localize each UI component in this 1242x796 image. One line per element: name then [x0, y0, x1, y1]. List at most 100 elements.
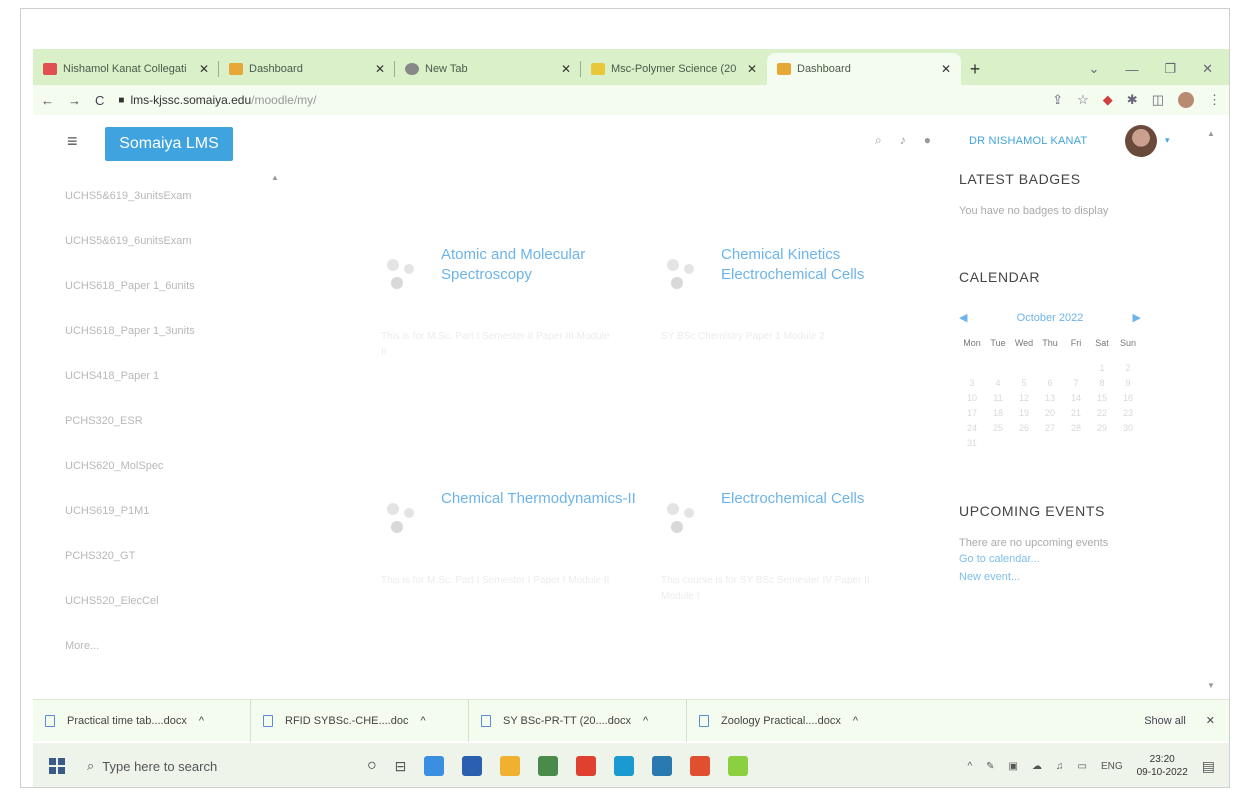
next-month-icon[interactable]: ▶	[1133, 311, 1141, 324]
address-bar[interactable]: ■ lms-kjssc.somaiya.edu/moodle/my/	[118, 93, 316, 107]
cloud-icon[interactable]: ☁	[1032, 761, 1042, 772]
sidebar-course-item[interactable]: PCHS320_ESR	[53, 398, 273, 443]
calendar-month[interactable]: October 2022	[1017, 312, 1084, 324]
volume-icon[interactable]: ♫	[1056, 761, 1064, 772]
forward-icon[interactable]: →	[68, 93, 81, 108]
sidebar-course-item[interactable]: PCHS320_GT	[53, 533, 273, 578]
taskbar-app-icon[interactable]	[462, 756, 483, 776]
calendar-day[interactable]: 29	[1089, 423, 1115, 438]
scroll-down-icon[interactable]: ▼	[1207, 681, 1215, 690]
calendar-day[interactable]: 15	[1089, 393, 1115, 408]
close-tab-icon[interactable]: ✕	[199, 62, 209, 76]
windows-start-icon[interactable]	[49, 758, 65, 774]
course-card[interactable]: Chemical Thermodynamics-II This is for M…	[381, 489, 636, 609]
network-icon[interactable]: ▣	[1009, 761, 1018, 772]
calendar-day[interactable]: 21	[1063, 408, 1089, 423]
calendar-day[interactable]: 13	[1037, 393, 1063, 408]
close-tab-icon[interactable]: ✕	[561, 62, 571, 76]
calendar-day[interactable]: 22	[1089, 408, 1115, 423]
download-item[interactable]: RFID SYBSc.-CHE....doc ^	[251, 699, 469, 742]
calendar-day[interactable]: 20	[1037, 408, 1063, 423]
close-tab-icon[interactable]: ✕	[941, 62, 951, 76]
notifications-icon[interactable]: ▤	[1202, 758, 1215, 775]
course-title[interactable]: Atomic and Molecular Spectroscopy	[441, 245, 641, 285]
close-downloads-icon[interactable]: ✕	[1206, 714, 1215, 727]
language-indicator[interactable]: ENG	[1101, 761, 1123, 772]
calendar-day[interactable]: 3	[959, 378, 985, 393]
taskbar-app-icon[interactable]	[424, 756, 445, 776]
calendar-day[interactable]: 26	[1011, 423, 1037, 438]
course-title[interactable]: Chemical Kinetics Electrochemical Cells	[721, 245, 921, 285]
taskbar-app-icon[interactable]	[538, 756, 559, 776]
calendar-day[interactable]: 2	[1115, 363, 1141, 378]
share-icon[interactable]: ⇪	[1052, 92, 1063, 108]
system-clock[interactable]: 23:20 09-10-2022	[1137, 753, 1188, 779]
course-card[interactable]: Atomic and Molecular Spectroscopy This i…	[381, 245, 631, 365]
close-window-icon[interactable]: ✕	[1202, 61, 1213, 77]
chevron-down-icon[interactable]: ▾	[1165, 135, 1170, 146]
bookmark-star-icon[interactable]: ☆	[1077, 92, 1089, 108]
go-to-calendar-link[interactable]: Go to calendar...	[959, 553, 1179, 565]
user-name[interactable]: DR NISHAMOL KANAT	[969, 135, 1087, 147]
calendar-day[interactable]: 28	[1063, 423, 1089, 438]
taskbar-search[interactable]: ⌕ Type here to search	[87, 758, 327, 774]
sidebar-course-item[interactable]: UCHS5&619_6unitsExam	[53, 218, 273, 263]
sidebar-course-item[interactable]: UCHS620_MolSpec	[53, 443, 273, 488]
calendar-day[interactable]: 10	[959, 393, 985, 408]
new-tab-button[interactable]: +	[961, 53, 989, 85]
calendar-day[interactable]: 31	[959, 438, 985, 453]
taskbar-app-icon[interactable]	[690, 756, 711, 776]
chevron-up-icon[interactable]: ^	[853, 715, 858, 727]
calendar-day[interactable]: 5	[1011, 378, 1037, 393]
close-tab-icon[interactable]: ✕	[375, 62, 385, 76]
browser-tab-5-active[interactable]: Dashboard ✕	[767, 53, 961, 85]
course-card[interactable]: Chemical Kinetics Electrochemical Cells …	[661, 245, 911, 365]
hamburger-menu-icon[interactable]: ≡	[67, 131, 78, 152]
profile-avatar-icon[interactable]	[1178, 92, 1194, 108]
taskbar-app-icon[interactable]	[576, 756, 597, 776]
messages-icon[interactable]: ●	[924, 133, 931, 148]
calendar-day[interactable]: 1	[1089, 363, 1115, 378]
sidepanel-icon[interactable]: ◫	[1152, 92, 1164, 108]
calendar-day[interactable]: 25	[985, 423, 1011, 438]
menu-icon[interactable]: ⋮	[1208, 92, 1221, 108]
close-tab-icon[interactable]: ✕	[747, 62, 757, 76]
browser-tab-2[interactable]: Dashboard ✕	[219, 53, 395, 85]
search-icon[interactable]: ⌕	[875, 133, 882, 148]
user-avatar[interactable]	[1125, 125, 1157, 157]
sidebar-course-item[interactable]: UCHS619_P1M1	[53, 488, 273, 533]
back-icon[interactable]: ←	[41, 93, 54, 108]
calendar-day[interactable]: 14	[1063, 393, 1089, 408]
chevron-up-icon[interactable]: ^	[643, 715, 648, 727]
calendar-day[interactable]: 16	[1115, 393, 1141, 408]
new-event-link[interactable]: New event...	[959, 571, 1179, 583]
sidebar-course-item[interactable]: UCHS618_Paper 1_6units	[53, 263, 273, 308]
minimize-icon[interactable]: —	[1125, 62, 1138, 77]
previous-month-icon[interactable]: ◀	[959, 311, 967, 324]
calendar-day[interactable]: 23	[1115, 408, 1141, 423]
download-item[interactable]: Practical time tab....docx ^	[33, 699, 251, 742]
browser-tab-4[interactable]: Msc-Polymer Science (20 ✕	[581, 53, 767, 85]
course-title[interactable]: Electrochemical Cells	[721, 489, 921, 509]
course-title[interactable]: Chemical Thermodynamics-II	[441, 489, 641, 509]
calendar-day[interactable]: 18	[985, 408, 1011, 423]
brand-logo[interactable]: Somaiya LMS	[105, 127, 233, 161]
download-item[interactable]: Zoology Practical....docx ^	[687, 700, 905, 742]
calendar-day[interactable]: 6	[1037, 378, 1063, 393]
puzzle-icon[interactable]: ✱	[1127, 92, 1138, 108]
sidebar-course-item[interactable]: UCHS618_Paper 1_3units	[53, 308, 273, 353]
task-view-icon[interactable]: ⊟	[395, 758, 407, 775]
download-item[interactable]: SY BSc-PR-TT (20....docx ^	[469, 699, 687, 742]
calendar-day[interactable]: 7	[1063, 378, 1089, 393]
pen-icon[interactable]: ✎	[986, 761, 994, 772]
sidebar-course-item[interactable]: UCHS520_ElecCel	[53, 578, 273, 623]
notification-bell-icon[interactable]: ♪	[900, 133, 906, 148]
browser-tab-3[interactable]: New Tab ✕	[395, 53, 581, 85]
browser-tab-1[interactable]: Nishamol Kanat Collegati ✕	[33, 53, 219, 85]
calendar-day[interactable]: 27	[1037, 423, 1063, 438]
calendar-day[interactable]: 24	[959, 423, 985, 438]
calendar-day[interactable]: 11	[985, 393, 1011, 408]
sidebar-course-item[interactable]: UCHS5&619_3unitsExam	[53, 173, 273, 218]
cortana-icon[interactable]: ○	[367, 757, 377, 775]
taskbar-app-icon[interactable]	[728, 756, 749, 776]
